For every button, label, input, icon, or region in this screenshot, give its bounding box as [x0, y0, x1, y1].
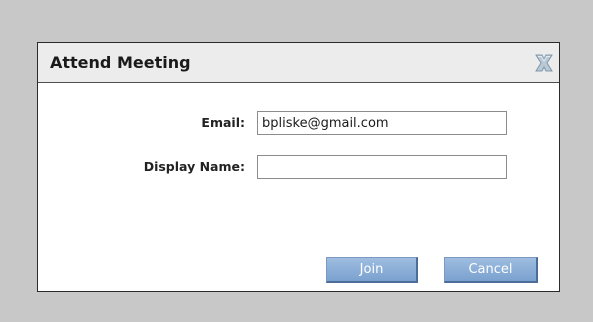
display-name-field[interactable] [257, 155, 507, 179]
email-row: Email: [38, 111, 559, 135]
attend-meeting-dialog: Attend Meeting Email: Display Name: Join… [37, 42, 560, 292]
email-label: Email: [201, 115, 245, 130]
cancel-button[interactable]: Cancel [444, 257, 538, 283]
display-name-label: Display Name: [143, 159, 245, 174]
dialog-titlebar: Attend Meeting [38, 43, 559, 83]
email-field[interactable] [257, 111, 507, 135]
join-button[interactable]: Join [326, 257, 418, 283]
close-icon[interactable] [533, 52, 555, 74]
dialog-title: Attend Meeting [50, 53, 191, 72]
display-name-row: Display Name: [38, 155, 559, 179]
